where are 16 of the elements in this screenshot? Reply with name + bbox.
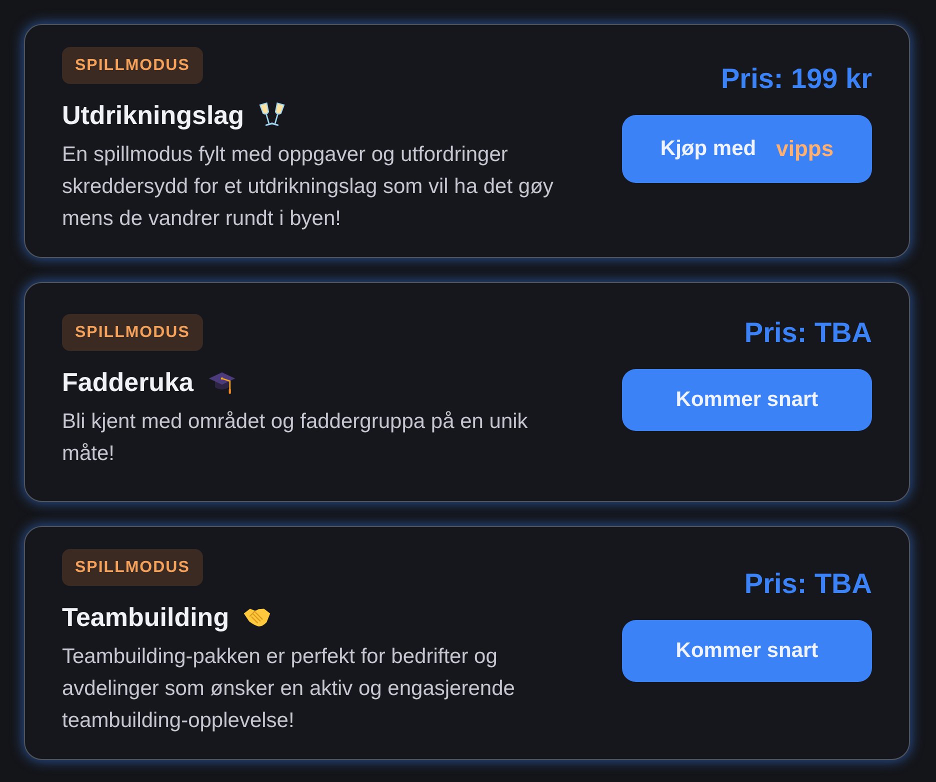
price-label: Pris: 199 kr bbox=[721, 62, 872, 96]
champagne-glasses-icon bbox=[258, 101, 286, 129]
game-mode-title: Fadderuka bbox=[62, 366, 194, 399]
game-mode-title: Utdrikningslag bbox=[62, 99, 244, 132]
category-tag: SPILLMODUS bbox=[62, 549, 203, 586]
coming-soon-button[interactable]: Kommer snart bbox=[622, 369, 872, 431]
coming-soon-button[interactable]: Kommer snart bbox=[622, 620, 872, 682]
price-label: Pris: TBA bbox=[744, 316, 872, 350]
category-tag: SPILLMODUS bbox=[62, 47, 203, 84]
category-tag: SPILLMODUS bbox=[62, 314, 203, 351]
buy-button[interactable]: Kjøp med vipps bbox=[622, 115, 872, 183]
game-mode-description: Teambuilding-pakken er perfekt for bedrifter og avdelinger som ønsker en aktiv og engasjerende teambuilding-opplevelse! bbox=[62, 644, 516, 734]
game-mode-description: Bli kjent med området og faddergruppa på en unik måte! bbox=[62, 409, 529, 467]
game-mode-description: En spillmodus fylt med oppgaver og utfordringer skreddersydd for et utdrikningslag som vil ha det gøy mens de vandrer rundt i byen! bbox=[62, 142, 554, 232]
game-mode-title: Teambuilding bbox=[62, 601, 230, 634]
price-label: Pris: TBA bbox=[744, 567, 872, 601]
